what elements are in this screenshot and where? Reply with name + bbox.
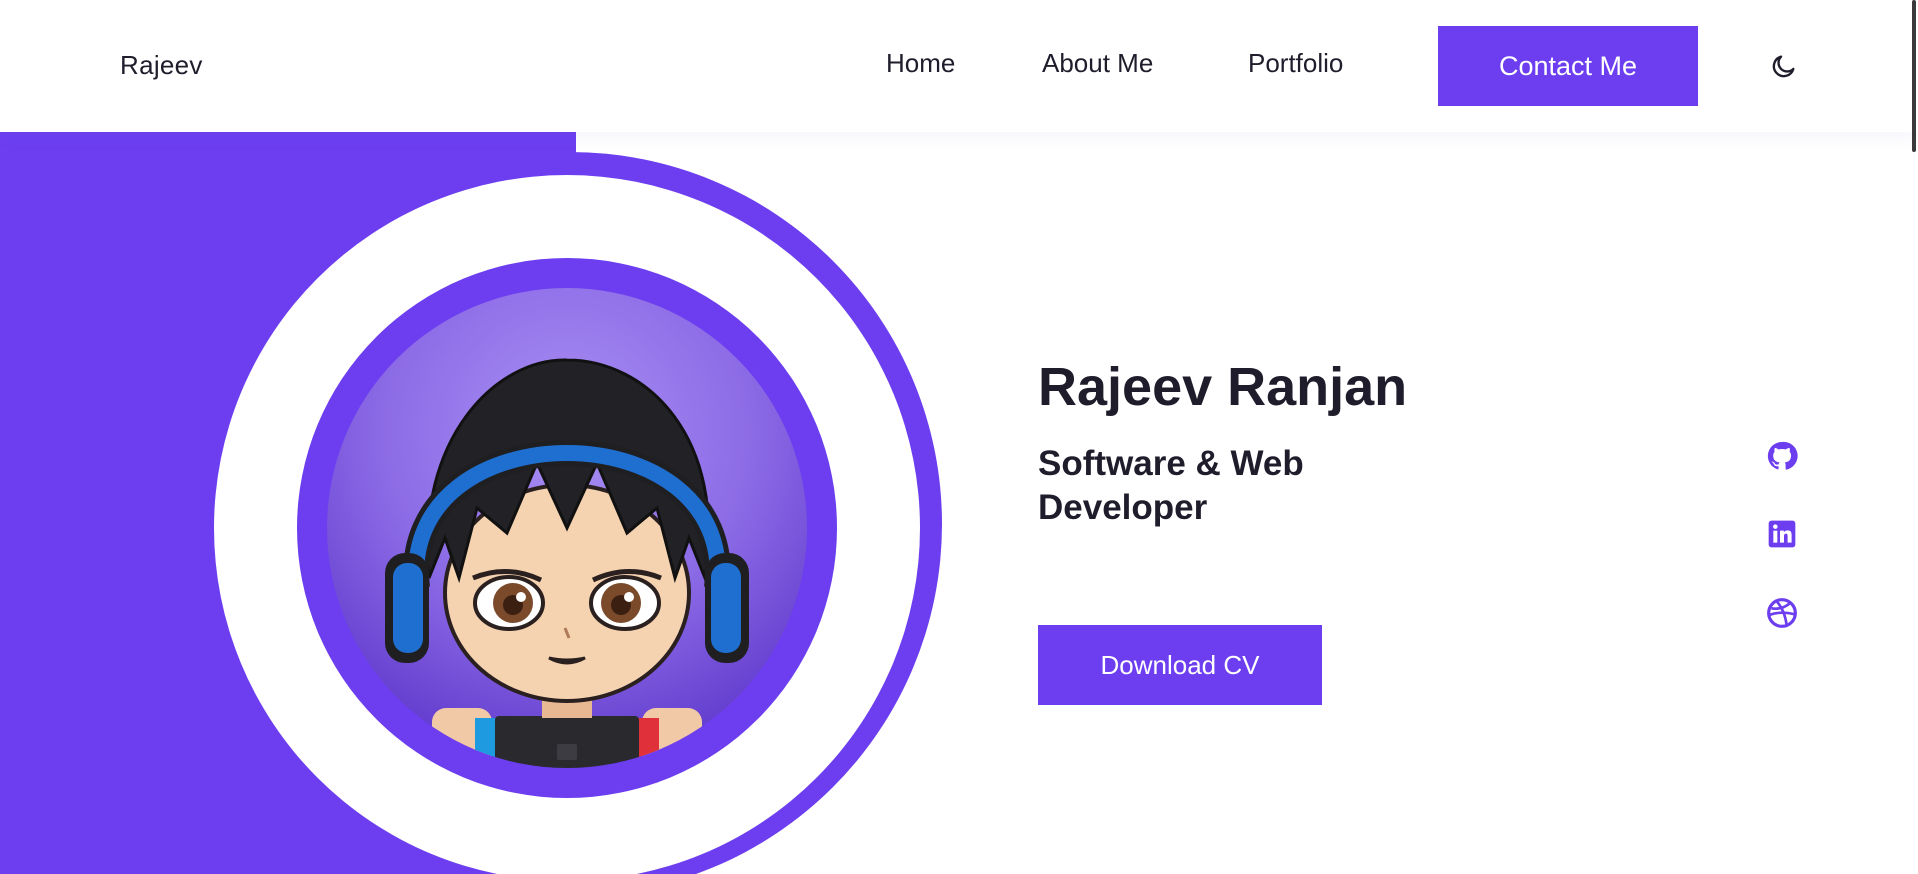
site-logo[interactable]: Rajeev: [120, 50, 203, 81]
nav-portfolio[interactable]: Portfolio: [1248, 48, 1343, 79]
linkedin-link[interactable]: [1766, 518, 1798, 550]
github-link[interactable]: [1766, 440, 1798, 472]
contact-me-button[interactable]: Contact Me: [1438, 26, 1698, 106]
nav-home[interactable]: Home: [886, 48, 955, 79]
dribbble-icon: [1767, 598, 1797, 628]
github-icon: [1767, 441, 1798, 470]
download-cv-button[interactable]: Download CV: [1038, 625, 1322, 705]
site-header: Rajeev Home About Me Portfolio Contact M…: [0, 0, 1918, 132]
avatar: [327, 288, 807, 768]
page: Rajeev Home About Me Portfolio Contact M…: [0, 0, 1918, 874]
hero-name: Rajeev Ranjan: [1038, 357, 1408, 417]
theme-toggle-button[interactable]: [1770, 52, 1798, 80]
avatar-illustration: [385, 358, 749, 768]
nav-about-me[interactable]: About Me: [1042, 48, 1153, 79]
hero-role: Software & Web Developer: [1038, 444, 1304, 527]
page-scrollbar[interactable]: [1912, 0, 1916, 152]
moon-icon: [1772, 55, 1795, 78]
linkedin-icon: [1768, 520, 1796, 548]
dribbble-link[interactable]: [1766, 597, 1798, 629]
